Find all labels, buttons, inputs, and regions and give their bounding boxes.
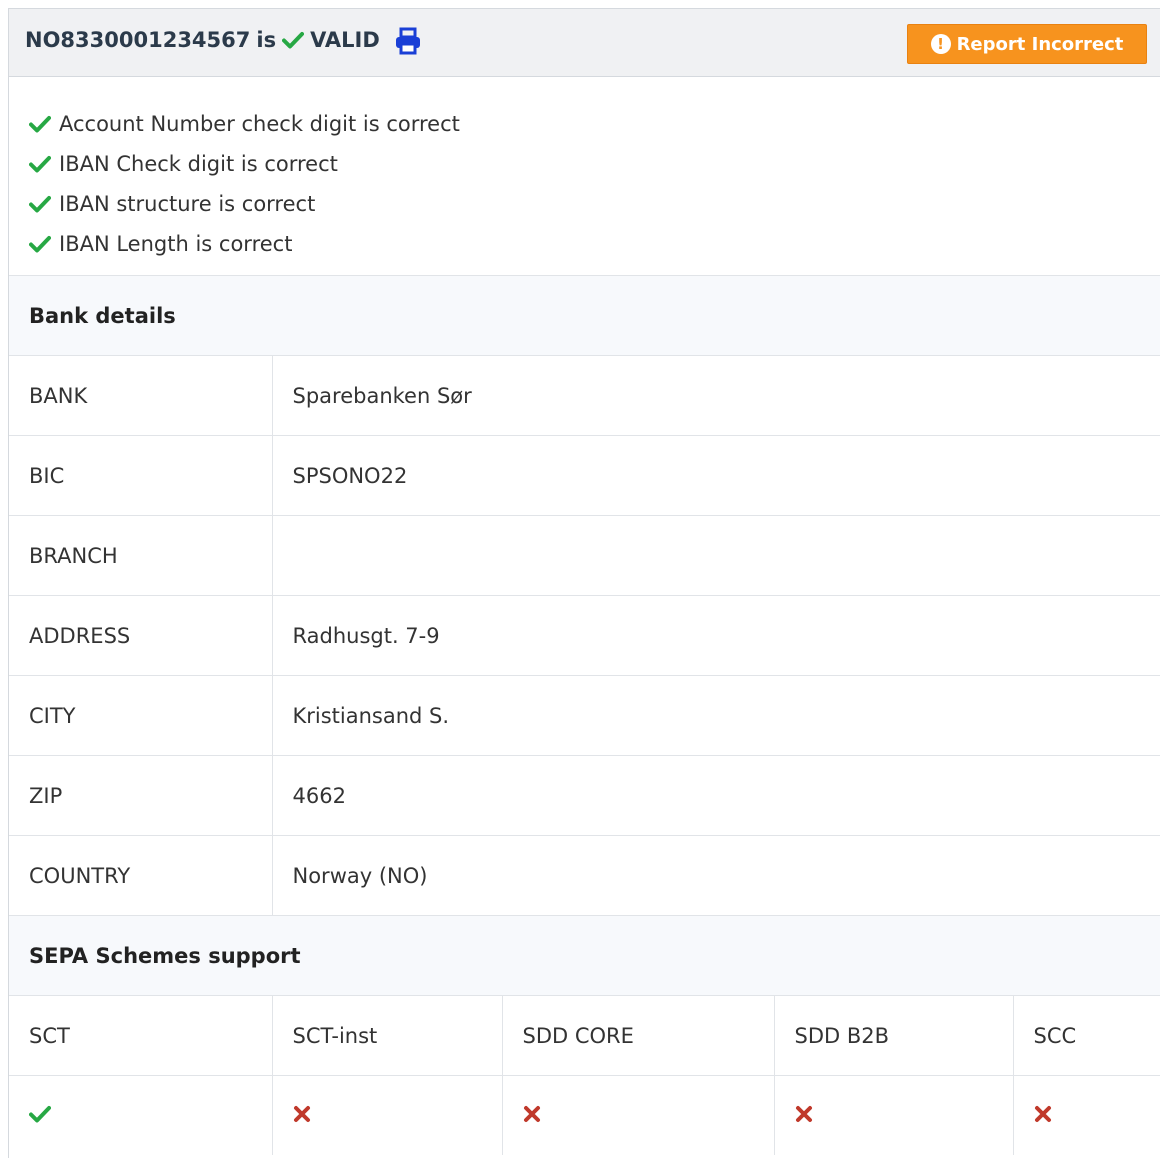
check-icon (29, 1105, 51, 1123)
table-row: CITY Kristiansand S. (9, 675, 1160, 756)
row-label: CITY (9, 675, 273, 756)
check-item: Account Number check digit is correct (29, 104, 1160, 144)
table-row: BRANCH (9, 515, 1160, 596)
row-value: Radhusgt. 7-9 (272, 595, 1160, 676)
scheme-support-cell (1013, 1075, 1160, 1155)
check-icon (282, 31, 305, 49)
table-row: BIC SPSONO22 (9, 435, 1160, 516)
scheme-name: SCT-inst (272, 995, 503, 1076)
bank-details-heading: Bank details (9, 275, 1160, 356)
report-label: Report Incorrect (956, 33, 1124, 55)
check-icon (29, 195, 51, 213)
cross-icon (795, 1105, 813, 1123)
scheme-name: SDD CORE (502, 995, 775, 1076)
is-text: is (256, 28, 277, 52)
table-row: COUNTRY Norway (NO) (9, 835, 1160, 916)
sepa-heading: SEPA Schemes support (9, 915, 1160, 996)
row-value: Norway (NO) (272, 835, 1160, 916)
report-incorrect-button[interactable]: ! Report Incorrect (907, 24, 1147, 64)
row-value: SPSONO22 (272, 435, 1160, 516)
row-value: Kristiansand S. (272, 675, 1160, 756)
bank-details-table: Bank details BANK Sparebanken Sør BIC SP… (9, 275, 1160, 1155)
cross-icon (523, 1105, 541, 1123)
sepa-section: SEPA Schemes support (9, 915, 1160, 996)
exclamation-icon: ! (930, 34, 951, 54)
bank-details-section: Bank details (9, 275, 1160, 356)
scheme-name: SCT (9, 995, 273, 1076)
check-text: IBAN structure is correct (59, 192, 316, 216)
check-item: IBAN Check digit is correct (29, 144, 1160, 184)
check-icon (29, 235, 51, 253)
scheme-name: SDD B2B (774, 995, 1014, 1076)
scheme-support-cell (272, 1075, 503, 1155)
validation-checks: Account Number check digit is correct IB… (9, 77, 1160, 275)
check-item: IBAN Length is correct (29, 224, 1160, 264)
result-header: NO8330001234567 is VALID ! Report Incorr… (9, 9, 1160, 77)
scheme-name: SCC (1013, 995, 1160, 1076)
table-row: ZIP 4662 (9, 755, 1160, 836)
check-text: IBAN Length is correct (59, 232, 293, 256)
sepa-scheme-names: SCT SCT-inst SDD CORE SDD B2B SCC (9, 995, 1160, 1076)
row-label: BIC (9, 435, 273, 516)
iban-result-panel: NO8330001234567 is VALID ! Report Incorr… (8, 8, 1160, 1158)
scheme-support-cell (9, 1075, 273, 1155)
scheme-support-cell (502, 1075, 775, 1155)
row-label: ZIP (9, 755, 273, 836)
result-title: NO8330001234567 is VALID (25, 28, 380, 52)
check-icon (29, 155, 51, 173)
row-value (272, 515, 1160, 596)
iban-number: NO8330001234567 (25, 28, 251, 52)
table-row: ADDRESS Radhusgt. 7-9 (9, 595, 1160, 676)
row-label: BRANCH (9, 515, 273, 596)
check-text: IBAN Check digit is correct (59, 152, 338, 176)
scheme-support-cell (774, 1075, 1014, 1155)
check-text: Account Number check digit is correct (59, 112, 460, 136)
row-label: ADDRESS (9, 595, 273, 676)
table-row: BANK Sparebanken Sør (9, 355, 1160, 436)
status-label: VALID (310, 28, 380, 52)
check-icon (29, 115, 51, 133)
cross-icon (1034, 1105, 1052, 1123)
sepa-scheme-support (9, 1075, 1160, 1155)
row-value: 4662 (272, 755, 1160, 836)
row-label: BANK (9, 355, 273, 436)
row-label: COUNTRY (9, 835, 273, 916)
cross-icon (293, 1105, 311, 1123)
row-value: Sparebanken Sør (272, 355, 1160, 436)
print-icon[interactable] (393, 27, 423, 55)
check-item: IBAN structure is correct (29, 184, 1160, 224)
